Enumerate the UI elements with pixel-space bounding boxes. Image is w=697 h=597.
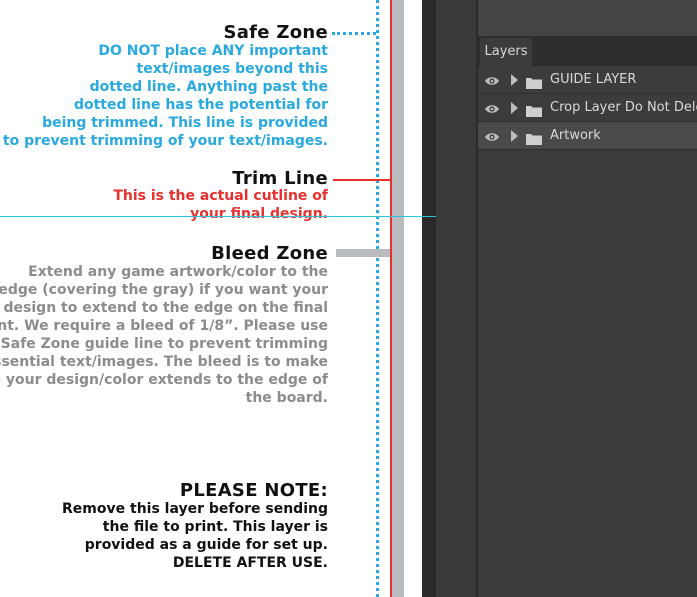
safe-zone-text-line: dotted line has the potential for	[73, 97, 328, 113]
bleed-zone-text-line: print. We require a bleed of 1/8”. Pleas…	[0, 318, 328, 334]
expand-arrow-icon[interactable]	[511, 130, 518, 142]
trim-line	[390, 0, 392, 597]
safe-zone-text-line: dotted line. Anything past the	[89, 79, 328, 95]
expand-arrow-icon[interactable]	[511, 102, 518, 114]
safe-zone-text-line: text/images beyond this	[136, 61, 329, 77]
layer-name: Crop Layer Do Not Delete	[550, 100, 697, 115]
trim-line-description: This is the actual cutline of your final …	[113, 187, 328, 223]
bleed-zone-strip	[392, 0, 404, 597]
safe-zone-text-line: being trimmed. This line is provided	[42, 115, 328, 131]
safe-zone-heading: Safe Zone	[223, 22, 328, 43]
trim-line-leader	[333, 179, 391, 181]
panel-header	[478, 0, 697, 36]
safe-zone-text-line: DO NOT place ANY important	[98, 43, 328, 59]
layers-panel: Layers GUIDE LAYER Crop Layer Do Not Dele…	[476, 0, 697, 597]
note-text-line: the file to print. This layer is	[102, 519, 328, 535]
bleed-zone-description: Extend any game artwork/color to the edge…	[0, 263, 328, 407]
note-heading: PLEASE NOTE:	[179, 480, 328, 501]
layer-row[interactable]: Crop Layer Do Not Delete	[478, 94, 697, 122]
folder-icon	[526, 74, 542, 89]
folder-icon	[526, 102, 542, 117]
eye-icon[interactable]	[484, 101, 500, 115]
layer-name: GUIDE LAYER	[550, 72, 637, 87]
bleed-zone-text-line: of essential text/images. The bleed is t…	[0, 354, 328, 370]
document-canvas[interactable]: Safe Zone DO NOT place ANY important text…	[0, 0, 422, 597]
layer-row[interactable]: GUIDE LAYER	[478, 66, 697, 94]
tab-layers[interactable]: Layers	[480, 38, 532, 66]
safe-zone-text-line: to prevent trimming of your text/images.	[2, 133, 328, 149]
folder-icon	[526, 130, 542, 145]
bleed-zone-text-line: the board.	[245, 390, 328, 406]
bleed-zone-heading: Bleed Zone	[211, 243, 328, 264]
bleed-zone-text-line: Extend any game artwork/color to the	[28, 264, 328, 280]
eye-icon[interactable]	[484, 73, 500, 87]
safe-zone-description: DO NOT place ANY important text/images be…	[3, 42, 328, 150]
layer-name: Artwork	[550, 128, 601, 143]
safe-zone-dotted-line	[376, 0, 379, 597]
bleed-zone-text-line: the Safe Zone guide line to prevent trim…	[0, 336, 328, 352]
expand-arrow-icon[interactable]	[511, 74, 518, 86]
bleed-zone-leader	[336, 249, 392, 257]
safe-zone-leader	[332, 32, 376, 35]
note-text-line: Remove this layer before sending	[62, 501, 328, 517]
canvas-gutter	[422, 0, 436, 597]
note-text-line: DELETE AFTER USE.	[172, 555, 328, 571]
trim-line-heading: Trim Line	[232, 168, 328, 189]
bleed-zone-text-line: sure your design/color extends to the ed…	[0, 372, 328, 388]
eye-icon[interactable]	[484, 129, 500, 143]
note-description: Remove this layer before sending the file…	[62, 500, 328, 572]
trim-line-text-line: This is the actual cutline of	[113, 188, 328, 204]
note-text-line: provided as a guide for set up.	[84, 537, 328, 553]
horizontal-guide-line[interactable]	[0, 216, 436, 217]
bleed-zone-text-line: edge (covering the gray) if you want you…	[0, 282, 328, 298]
trim-line-text-line: your final design.	[190, 206, 328, 222]
layer-row[interactable]: Artwork	[478, 122, 697, 150]
workspace-background	[436, 0, 476, 597]
bleed-zone-text-line: design to extend to the edge on the fina…	[3, 300, 328, 316]
